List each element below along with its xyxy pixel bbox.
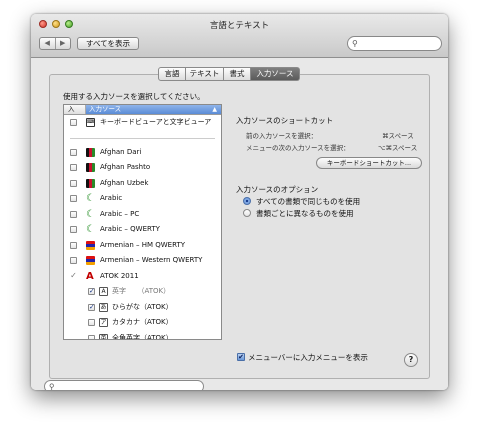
search-icon: ⚲ xyxy=(352,39,358,48)
armenian-flag-icon xyxy=(86,240,95,250)
tab-bar: 言語 テキスト 書式 入力ソース xyxy=(158,67,300,81)
per-document-label: 書類ごとに異なるものを使用 xyxy=(256,209,354,218)
enable-checkbox[interactable] xyxy=(70,164,77,171)
enable-checkbox[interactable] xyxy=(88,334,95,339)
list-item-label: Armenian – HM QWERTY xyxy=(100,240,186,249)
afghan-flag-icon xyxy=(86,147,95,157)
input-sources-panel: 使用する入力ソースを選択してください。 入 入力ソース ▲ ⌨ キーボードビューア… xyxy=(49,74,430,379)
tab-format[interactable]: 書式 xyxy=(224,67,251,81)
column-header-source[interactable]: 入力ソース ▲ xyxy=(86,105,221,114)
tab-language[interactable]: 言語 xyxy=(158,67,186,81)
list-item-label: 全角英字（ATOK） xyxy=(112,333,173,340)
input-source-search-field[interactable]: ⚲ xyxy=(44,380,204,390)
per-document-radio[interactable] xyxy=(243,209,251,217)
enable-checkbox[interactable]: ✓ xyxy=(70,271,77,279)
list-item-label: カタカナ（ATOK） xyxy=(112,318,173,326)
keyboard-viewer-icon: ⌨ xyxy=(86,118,95,127)
tab-input-sources[interactable]: 入力ソース xyxy=(251,67,300,81)
list-item-label: Afghan Uzbek xyxy=(100,178,149,187)
prev-source-shortcut: ⌘スペース xyxy=(382,132,414,140)
armenian-flag-icon xyxy=(86,256,95,265)
list-item-label: Arabic xyxy=(100,194,123,202)
list-item-label: Arabic – QWERTY xyxy=(100,225,160,233)
enable-checkbox[interactable] xyxy=(70,241,77,249)
enable-checkbox[interactable]: ✓ xyxy=(88,288,95,295)
list-item[interactable]: Afghan Uzbek xyxy=(64,176,221,192)
list-item-label: Afghan Dari xyxy=(100,147,142,156)
list-item[interactable]: Armenian – HM QWERTY xyxy=(64,238,221,254)
search-icon: ⚲ xyxy=(49,382,55,390)
atok-icon: A xyxy=(86,270,94,282)
back-forward-control: ◀ ▶ xyxy=(39,37,71,50)
back-arrow-icon[interactable]: ◀ xyxy=(40,38,56,49)
content-area: 言語 テキスト 書式 入力ソース 使用する入力ソースを選択してください。 入 入… xyxy=(31,59,448,390)
enable-checkbox[interactable] xyxy=(70,195,77,202)
arabic-crescent-icon: ☾ xyxy=(86,224,95,235)
same-for-all-radio[interactable] xyxy=(243,197,251,205)
toolbar-search-field[interactable]: ⚲ xyxy=(347,36,442,51)
enable-checkbox[interactable] xyxy=(70,179,77,187)
list-item-label: ひらがな（ATOK） xyxy=(112,302,173,311)
list-item[interactable]: ✓ A ATOK 2011 xyxy=(64,269,221,285)
tab-text[interactable]: テキスト xyxy=(186,67,224,81)
input-source-list[interactable]: 入 入力ソース ▲ ⌨ キーボードビューアと文字ビューア Afghan Dari Af… xyxy=(63,104,222,340)
keyboard-shortcuts-button[interactable]: キーボードショートカット... xyxy=(316,157,422,169)
list-header: 入 入力ソース ▲ xyxy=(64,105,221,115)
forward-arrow-icon[interactable]: ▶ xyxy=(56,38,71,49)
show-all-button[interactable]: すべてを表示 xyxy=(77,37,139,50)
enable-checkbox[interactable] xyxy=(70,148,77,156)
list-item[interactable]: Armenian – Western QWERTY xyxy=(64,253,221,269)
enable-checkbox[interactable] xyxy=(70,257,77,264)
preferences-window: 言語とテキスト ◀ ▶ すべてを表示 ⚲ 言語 テキスト 書式 入力ソース 使用… xyxy=(31,14,448,390)
options-heading: 入力ソースのオプション xyxy=(236,185,319,194)
enable-checkbox[interactable] xyxy=(70,226,77,233)
enable-checkbox[interactable] xyxy=(70,210,77,218)
list-divider xyxy=(64,131,221,145)
column-header-source-label: 入力ソース xyxy=(89,105,122,113)
toolbar: 言語とテキスト ◀ ▶ すべてを表示 ⚲ xyxy=(31,14,448,58)
list-item-label: Afghan Pashto xyxy=(100,163,151,171)
window-shadow: 言語とテキスト ◀ ▶ すべてを表示 ⚲ 言語 テキスト 書式 入力ソース 使用… xyxy=(31,14,448,390)
sort-ascending-icon: ▲ xyxy=(212,106,217,113)
help-button[interactable]: ? xyxy=(404,353,418,367)
enable-checkbox[interactable]: ✓ xyxy=(88,303,95,311)
show-input-menu-checkbox[interactable]: ✔ xyxy=(237,353,245,361)
same-for-all-label: すべての書類で同じものを使用 xyxy=(256,197,361,206)
afghan-flag-icon xyxy=(86,178,95,188)
window-title: 言語とテキスト xyxy=(209,21,270,31)
atok-mode-icon: あ xyxy=(99,302,108,312)
show-input-menu-label: メニューバーに入力メニューを表示 xyxy=(248,353,368,362)
list-rows: ⌨ キーボードビューアと文字ビューア Afghan Dari Afghan Pasht… xyxy=(64,115,221,340)
enable-checkbox[interactable] xyxy=(88,319,95,326)
list-item[interactable]: ☾ Arabic – PC xyxy=(64,207,221,223)
list-item-label: 英字 （ATOK） xyxy=(112,287,171,295)
list-item[interactable]: Afghan Pashto xyxy=(64,160,221,176)
list-item[interactable]: ✓ あひらがな（ATOK） xyxy=(64,300,221,316)
list-item-label: ATOK 2011 xyxy=(100,271,139,280)
list-item[interactable]: ⌨ キーボードビューアと文字ビューア xyxy=(64,115,221,131)
list-item[interactable]: 英全角英字（ATOK） xyxy=(64,331,221,340)
arabic-crescent-icon: ☾ xyxy=(86,208,95,220)
instruction-text: 使用する入力ソースを選択してください。 xyxy=(63,92,205,101)
shortcuts-heading: 入力ソースのショートカット xyxy=(236,116,334,125)
enable-checkbox[interactable] xyxy=(70,119,77,126)
list-item[interactable]: Afghan Dari xyxy=(64,145,221,161)
list-item[interactable]: ☾ Arabic xyxy=(64,191,221,207)
column-header-enabled[interactable]: 入 xyxy=(64,105,86,114)
atok-mode-icon: ア xyxy=(99,318,108,327)
list-item-label: Arabic – PC xyxy=(100,209,140,218)
list-item[interactable]: ✓ A 英字 （ATOK） xyxy=(64,284,221,300)
list-item-label: Armenian – Western QWERTY xyxy=(100,256,203,264)
arabic-crescent-icon: ☾ xyxy=(86,193,95,204)
list-item[interactable]: アカタカナ（ATOK） xyxy=(64,315,221,331)
list-item[interactable]: ☾ Arabic – QWERTY xyxy=(64,222,221,238)
list-item-label: キーボードビューアと文字ビューア xyxy=(100,118,212,126)
separator-line xyxy=(70,137,215,139)
atok-mode-icon: 英 xyxy=(99,333,108,339)
atok-mode-icon: A xyxy=(99,287,108,296)
prev-source-label: 前の入力ソースを選択： xyxy=(246,132,318,140)
afghan-flag-icon xyxy=(86,163,95,172)
next-source-label: メニューの次の入力ソースを選択： xyxy=(246,144,350,152)
next-source-shortcut: ⌥⌘スペース xyxy=(378,144,418,152)
